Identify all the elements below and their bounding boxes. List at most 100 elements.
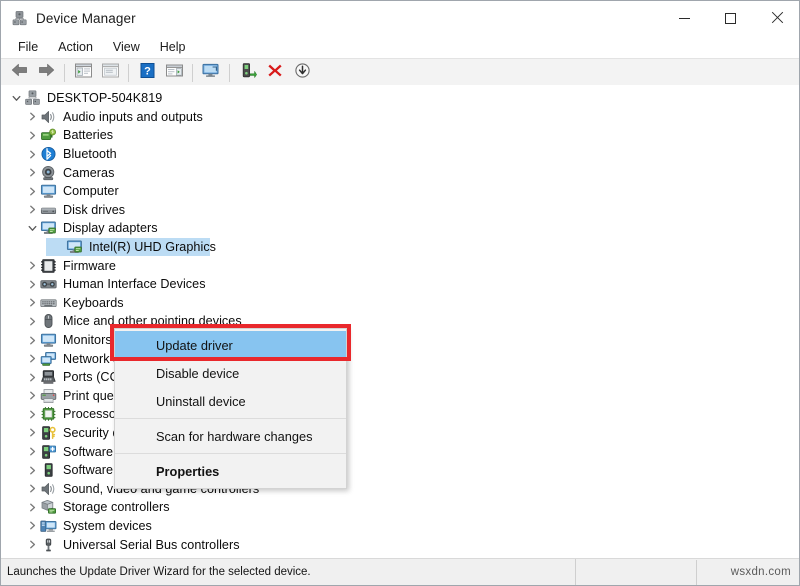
context-menu-item-scan-for-hardware-changes[interactable]: Scan for hardware changes — [115, 422, 346, 450]
toolbar: ? — [1, 58, 799, 87]
tree-item[interactable]: Storage controllers — [2, 498, 799, 517]
action-pane-icon — [165, 62, 184, 84]
context-menu-item-disable-device[interactable]: Disable device — [115, 359, 346, 387]
close-icon — [770, 12, 782, 24]
chevron-right-icon[interactable] — [24, 109, 40, 125]
context-menu[interactable]: Update driver Disable device Uninstall dev… — [114, 328, 347, 489]
chevron-right-icon[interactable] — [24, 425, 40, 441]
system-device-icon — [40, 518, 57, 534]
show-hide-console-tree-button[interactable] — [70, 61, 96, 85]
chevron-right-icon[interactable] — [24, 537, 40, 553]
scan-for-hardware-changes-button[interactable] — [198, 61, 224, 85]
maximize-button[interactable] — [707, 1, 753, 35]
down-arrow-circle-icon — [294, 62, 311, 84]
chevron-right-icon[interactable] — [24, 183, 40, 199]
close-button[interactable] — [753, 1, 799, 35]
arrow-right-icon — [37, 62, 56, 83]
menu-action[interactable]: Action — [49, 38, 102, 56]
chevron-right-icon[interactable] — [24, 165, 40, 181]
context-menu-item-update-driver[interactable]: Update driver — [115, 331, 346, 359]
title-bar: Device Manager — [1, 1, 799, 36]
processor-icon — [40, 406, 57, 422]
tree-item[interactable]: Firmware — [2, 256, 799, 275]
chevron-right-icon[interactable] — [24, 313, 40, 329]
show-hide-action-pane-button[interactable] — [161, 61, 187, 85]
watermark-label: wsxdn.com — [730, 566, 791, 578]
monitor-icon — [40, 332, 57, 348]
forward-button[interactable] — [33, 61, 59, 85]
tree-item-label: Disk drives — [63, 202, 126, 217]
chevron-right-icon[interactable] — [24, 127, 40, 143]
chevron-right-icon[interactable] — [24, 518, 40, 534]
chevron-right-icon[interactable] — [24, 388, 40, 404]
tree-item[interactable]: Computer — [2, 182, 799, 201]
network-icon — [40, 351, 57, 367]
chevron-right-icon[interactable] — [24, 202, 40, 218]
properties-button[interactable] — [97, 61, 123, 85]
tree-item[interactable]: Disk drives — [2, 201, 799, 220]
status-bar: Launches the Update Driver Wizard for th… — [1, 558, 799, 585]
chevron-down-icon[interactable] — [8, 90, 24, 106]
minimize-icon — [678, 17, 690, 19]
context-menu-item-uninstall-device[interactable]: Uninstall device — [115, 387, 346, 415]
tree-item-label: Keyboards — [63, 295, 124, 310]
monitor-scan-icon — [201, 62, 221, 84]
tree-item[interactable]: Cameras — [2, 163, 799, 182]
disable-device-button[interactable] — [289, 61, 315, 85]
back-button[interactable] — [6, 61, 32, 85]
help-button[interactable]: ? — [134, 61, 160, 85]
chevron-right-icon[interactable] — [24, 276, 40, 292]
question-blue-icon: ? — [139, 62, 156, 84]
chevron-right-icon[interactable] — [24, 146, 40, 162]
tree-item[interactable]: System devices — [2, 517, 799, 536]
chevron-right-icon[interactable] — [24, 462, 40, 478]
software-component-icon — [40, 444, 57, 460]
menu-view[interactable]: View — [104, 38, 149, 56]
minimize-button[interactable] — [661, 1, 707, 35]
tree-item-selected[interactable]: Intel(R) UHD Graphics — [2, 237, 799, 257]
device-tree-panel[interactable]: DESKTOP-504K819 Audio inputs and outputs… — [1, 85, 799, 558]
tree-root-item[interactable]: DESKTOP-504K819 — [2, 89, 799, 108]
console-tree-icon — [74, 62, 93, 84]
menu-file[interactable]: File — [9, 38, 47, 56]
title-bar-left: Device Manager — [1, 10, 136, 27]
tree-item[interactable]: Human Interface Devices — [2, 275, 799, 294]
toolbar-separator-2 — [128, 63, 129, 82]
chevron-right-icon[interactable] — [24, 258, 40, 274]
tree-item-label: Audio inputs and outputs — [63, 109, 203, 124]
speaker-icon — [40, 481, 57, 497]
chevron-right-icon[interactable] — [24, 444, 40, 460]
display-adapter-icon — [66, 239, 83, 255]
chevron-right-icon[interactable] — [24, 295, 40, 311]
menu-help[interactable]: Help — [151, 38, 195, 56]
printer-icon — [40, 388, 57, 404]
tree-item-label: DESKTOP-504K819 — [47, 91, 163, 106]
battery-icon — [40, 127, 57, 143]
tree-item[interactable]: Display adapters — [2, 219, 799, 238]
chevron-right-icon[interactable] — [24, 332, 40, 348]
svg-text:?: ? — [144, 65, 151, 77]
tree-item[interactable]: Universal Serial Bus controllers — [2, 535, 799, 554]
chevron-right-icon[interactable] — [24, 481, 40, 497]
computer-root-icon — [24, 90, 41, 106]
tree-item-label: Human Interface Devices — [63, 277, 206, 292]
computer-icon — [40, 183, 57, 199]
uninstall-device-button[interactable] — [262, 61, 288, 85]
chevron-right-icon[interactable] — [24, 351, 40, 367]
chevron-right-icon[interactable] — [24, 406, 40, 422]
status-divider — [696, 560, 697, 585]
tree-item[interactable]: Audio inputs and outputs — [2, 108, 799, 127]
tree-item[interactable]: Batteries — [2, 126, 799, 145]
chevron-down-icon[interactable] — [24, 220, 40, 236]
chevron-right-icon[interactable] — [24, 499, 40, 515]
tree-item-label: Universal Serial Bus controllers — [63, 537, 240, 552]
toolbar-separator-3 — [192, 63, 193, 82]
tree-item[interactable]: Keyboards — [2, 294, 799, 313]
security-icon — [40, 425, 57, 441]
tree-item[interactable]: Bluetooth — [2, 145, 799, 164]
tree-item-label: Monitors — [63, 333, 112, 348]
toolbar-separator-4 — [229, 63, 230, 82]
chevron-right-icon[interactable] — [24, 369, 40, 385]
context-menu-item-properties[interactable]: Properties — [115, 457, 346, 485]
update-driver-button[interactable] — [235, 61, 261, 85]
